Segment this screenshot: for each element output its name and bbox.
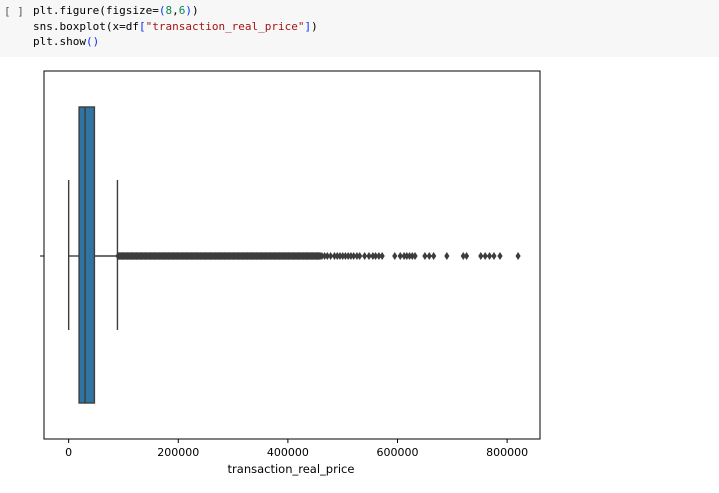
code-token: )	[311, 19, 318, 33]
box-iqr	[78, 106, 96, 404]
x-tick-label: 200000	[157, 446, 199, 459]
x-tick-label: 0	[65, 446, 72, 459]
code-editor[interactable]: plt.figure(figsize=(8,6)) sns.boxplot(x=…	[33, 3, 318, 50]
code-line-2: sns.boxplot(x=df["transaction_real_price…	[33, 19, 318, 35]
code-token: [	[138, 19, 146, 33]
code-token: )	[185, 4, 192, 17]
code-token: )	[191, 4, 199, 17]
code-token: plt.figure(figsize=	[33, 4, 159, 17]
code-line-3: plt.show()	[33, 34, 318, 50]
code-cell[interactable]: [ ] plt.figure(figsize=(8,6)) sns.boxplo…	[0, 0, 719, 57]
x-axis-label: transaction_real_price	[228, 462, 355, 476]
code-token: ,	[172, 4, 179, 17]
code-token: sns.boxplot(x=df	[33, 19, 139, 33]
boxplot-chart: 0 200000 400000 600000 800000 transaction_re…	[40, 70, 541, 476]
output-figure: 0 200000 400000 600000 800000 transaction_re…	[0, 57, 719, 493]
code-line-1: plt.figure(figsize=(8,6))	[33, 3, 318, 19]
outlier-band	[115, 252, 323, 260]
code-token: ()	[85, 35, 100, 48]
x-tick-label: 800000	[486, 446, 528, 459]
x-tick-label: 400000	[267, 446, 309, 459]
x-tick-label: 600000	[377, 446, 419, 459]
code-token: plt.show	[33, 35, 86, 48]
cell-prompt: [ ]	[4, 5, 24, 18]
code-token: "transaction_real_price"	[145, 19, 305, 33]
